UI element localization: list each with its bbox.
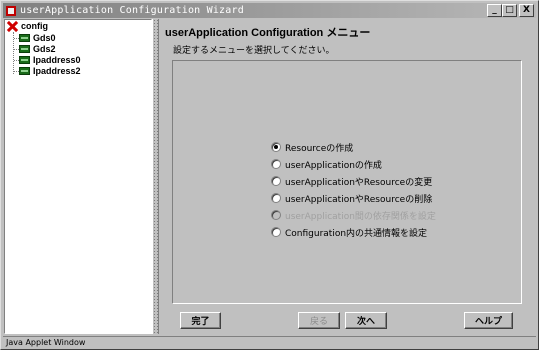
window-title: userApplication Configuration Wizard: [20, 5, 244, 16]
java-app-icon: [5, 5, 17, 17]
radio-disabled-icon: [271, 210, 281, 220]
resource-icon: [19, 34, 30, 42]
tree-node-config[interactable]: config: [7, 20, 48, 32]
radio-selected-icon[interactable]: [271, 142, 281, 152]
option-label: userApplicationの作成: [285, 160, 382, 171]
tree-node-label: Ipaddress2: [33, 66, 81, 76]
tree-node-label: config: [21, 21, 48, 31]
configuration-tree[interactable]: config Gds0 Gds2 Ipaddress0 Ipaddress2: [4, 19, 152, 334]
option-create-userapplication[interactable]: userApplicationの作成: [271, 158, 382, 171]
option-label: Configuration内の共通情報を設定: [285, 228, 428, 239]
radio-icon[interactable]: [271, 176, 281, 186]
radio-icon[interactable]: [271, 193, 281, 203]
help-button[interactable]: ヘルプ: [464, 312, 513, 329]
status-bar: Java Applet Window: [3, 336, 536, 348]
option-common-settings[interactable]: Configuration内の共通情報を設定: [271, 226, 428, 239]
red-x-icon: [7, 21, 18, 32]
resource-icon: [19, 45, 30, 53]
resource-icon: [19, 56, 30, 64]
radio-icon[interactable]: [271, 159, 281, 169]
back-button: 戻る: [298, 312, 340, 329]
tree-node-label: Ipaddress0: [33, 55, 81, 65]
window-controls: _ □ X: [487, 4, 534, 17]
title-bar[interactable]: userApplication Configuration Wizard _ □…: [3, 3, 536, 18]
wizard-window: userApplication Configuration Wizard _ □…: [0, 0, 539, 350]
page-instructions: 設定するメニューを選択してください。: [173, 46, 335, 56]
option-set-dependencies: userApplication間の依存関係を設定: [271, 209, 436, 222]
option-label: userApplicationやResourceの削除: [285, 194, 433, 205]
split-pane-divider[interactable]: [152, 19, 159, 334]
page-title: userApplication Configuration メニュー: [165, 27, 371, 39]
close-button[interactable]: X: [519, 4, 534, 17]
option-label: userApplicationやResourceの変更: [285, 177, 433, 188]
minimize-button[interactable]: _: [487, 4, 502, 17]
tree-node-ipaddress2[interactable]: Ipaddress2: [19, 65, 81, 77]
option-label: userApplication間の依存関係を設定: [285, 211, 436, 222]
option-modify[interactable]: userApplicationやResourceの変更: [271, 175, 433, 188]
finish-button[interactable]: 完了: [180, 312, 221, 329]
option-delete[interactable]: userApplicationやResourceの削除: [271, 192, 433, 205]
option-create-resource[interactable]: Resourceの作成: [271, 141, 354, 154]
resource-icon: [19, 67, 30, 75]
tree-node-label: Gds2: [33, 44, 56, 54]
maximize-button[interactable]: □: [502, 4, 517, 17]
next-button[interactable]: 次へ: [345, 312, 387, 329]
tree-node-label: Gds0: [33, 33, 56, 43]
option-label: Resourceの作成: [285, 143, 354, 154]
radio-icon[interactable]: [271, 227, 281, 237]
